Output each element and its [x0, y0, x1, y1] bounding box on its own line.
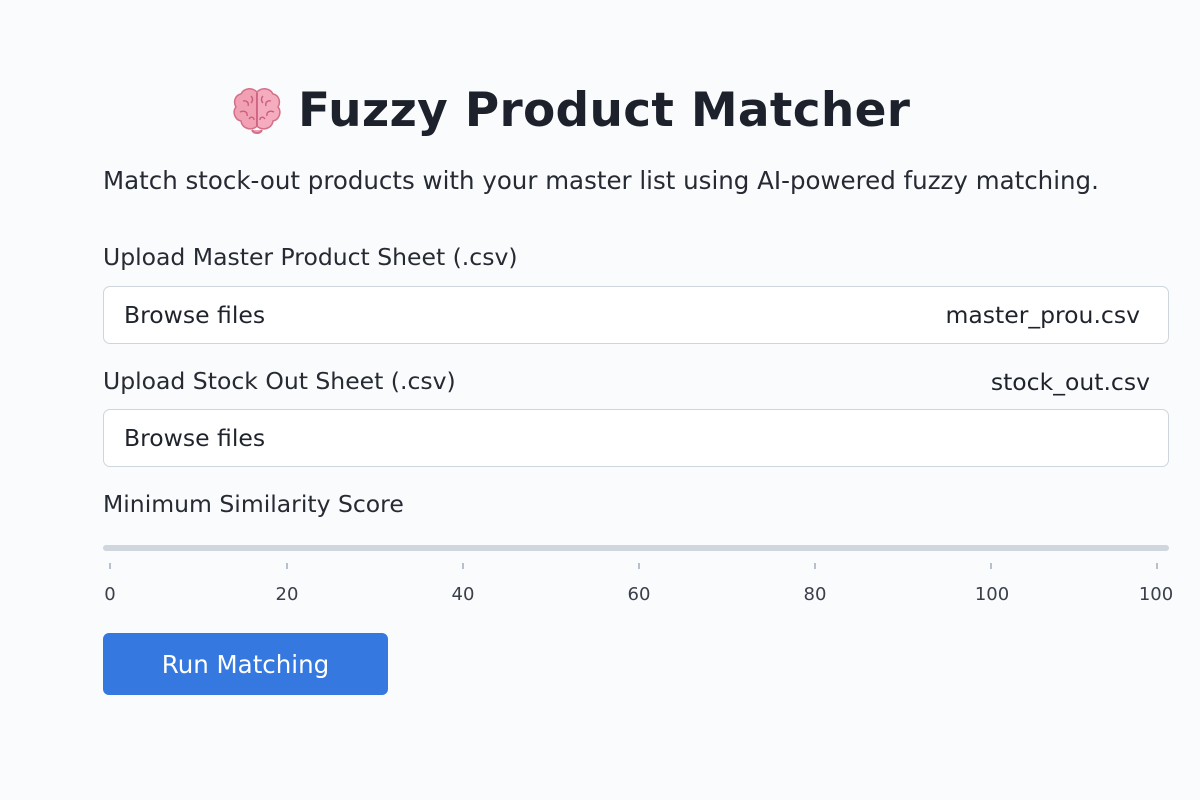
slider-tick-label: 20 [275, 584, 299, 605]
slider-tick-label: 0 [104, 584, 116, 605]
similarity-slider[interactable] [103, 545, 1169, 551]
page-description: Match stock-out products with your maste… [103, 166, 1099, 195]
stock-browse-files-button[interactable]: Browse files [124, 424, 265, 452]
slider-tick-label: 100 [974, 584, 1010, 605]
page-header: Fuzzy Product Matcher [230, 78, 910, 142]
brain-icon [230, 83, 284, 137]
stock-upload-label: Upload Stock Out Sheet (.csv) [103, 367, 456, 395]
slider-tick [638, 563, 640, 569]
similarity-label: Minimum Similarity Score [103, 490, 404, 518]
master-file-uploader[interactable]: Browse files master_prou.csv [103, 286, 1169, 344]
slider-tick-label: 100 [1138, 584, 1174, 605]
slider-tick-label: 60 [627, 584, 651, 605]
slider-tick-label: 40 [451, 584, 475, 605]
slider-tick [1156, 563, 1158, 569]
slider-tick [990, 563, 992, 569]
slider-tick [462, 563, 464, 569]
app-page: Fuzzy Product Matcher Match stock-out pr… [0, 0, 1200, 800]
slider-tick [109, 563, 111, 569]
stock-file-uploader[interactable]: Browse files [103, 409, 1169, 467]
run-matching-button[interactable]: Run Matching [103, 633, 388, 695]
slider-tick [814, 563, 816, 569]
stock-uploaded-file-name: stock_out.csv [990, 368, 1150, 396]
slider-tick-label: 80 [803, 584, 827, 605]
page-title: Fuzzy Product Matcher [298, 82, 911, 138]
master-upload-label: Upload Master Product Sheet (.csv) [103, 243, 518, 271]
slider-tick [286, 563, 288, 569]
master-browse-files-button[interactable]: Browse files [124, 301, 265, 329]
master-uploaded-file-name: master_prou.csv [945, 301, 1141, 329]
